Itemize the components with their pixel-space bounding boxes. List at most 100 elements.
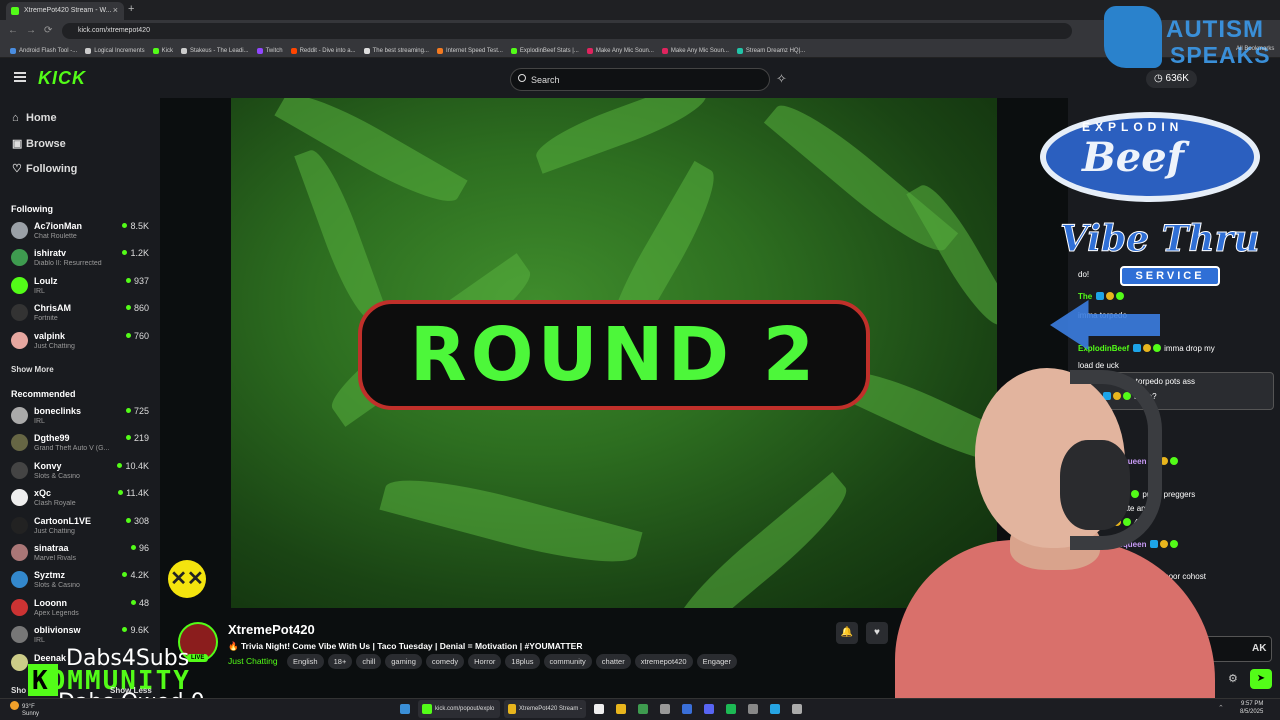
chat-text: load de uck	[1078, 361, 1119, 370]
bookmark-label: Android Flash Tool -...	[19, 48, 78, 54]
browser-tab[interactable]: XtremePot420 Stream - W... ×	[6, 2, 124, 20]
taskbar-app[interactable]	[744, 700, 762, 718]
bookmark-item[interactable]: ExplodinBeef Stats |...	[510, 45, 579, 57]
taskbar-app[interactable]	[766, 700, 784, 718]
close-tab-icon[interactable]: ×	[113, 5, 118, 15]
taskbar-app[interactable]	[634, 700, 652, 718]
channel-row[interactable]: Ac7ionMan Chat Roulette 8.5K	[11, 219, 151, 245]
new-tab-icon[interactable]: +	[128, 3, 134, 15]
bookmark-item[interactable]: Make Any Mic Soun...	[661, 45, 729, 57]
url-text: kick.com/xtremepot420	[78, 27, 150, 34]
chat-ak-icon[interactable]: AK	[1252, 643, 1266, 654]
kick-favicon-icon	[11, 7, 19, 15]
stream-tag[interactable]: community	[543, 654, 592, 669]
bookmark-item[interactable]: Stakeus - The Leadi...	[180, 45, 249, 57]
taskbar-app[interactable]	[722, 700, 740, 718]
sidebar-item-browse[interactable]: ▣ Browse	[12, 137, 66, 150]
channel-row[interactable]: CartoonL1VE Just Chatting 308	[11, 514, 151, 540]
stream-tag[interactable]: chatter	[595, 654, 631, 669]
taskbar-app[interactable]	[656, 700, 674, 718]
app-icon	[422, 704, 432, 714]
weather-desc: Sunny	[22, 711, 40, 717]
stream-tag[interactable]: comedy	[425, 654, 465, 669]
stream-tag[interactable]: chill	[356, 654, 382, 669]
channel-row[interactable]: boneclinks IRL 725	[11, 404, 151, 430]
taskbar-app[interactable]	[612, 700, 630, 718]
channel-row[interactable]: xQc Clash Royale 11.4K	[11, 486, 151, 512]
bookmark-favicon-icon	[661, 48, 668, 54]
verified-icon	[1153, 344, 1162, 352]
stream-tag[interactable]: xtremepot420	[634, 654, 693, 669]
channel-row[interactable]: valpink Just Chatting 760	[11, 329, 151, 355]
stream-tag[interactable]: Horror	[468, 654, 502, 669]
channel-row[interactable]: Syztmz Slots & Casino 4.2K	[11, 568, 151, 594]
badge-icon	[1096, 292, 1105, 300]
search-input[interactable]: Search	[510, 68, 770, 91]
following-title: Following	[11, 204, 53, 214]
sidebar-item-following[interactable]: ♡ Following	[12, 162, 77, 175]
browser-nav-icons[interactable]: ←→⟳	[8, 25, 60, 36]
stream-tag[interactable]: 18+	[327, 654, 353, 669]
bookmark-item[interactable]: Internet Speed Test...	[436, 45, 503, 57]
taskbar-clock[interactable]: 9:57 PM 8/5/2025	[1240, 700, 1263, 716]
taskbar-app[interactable]: XtremePot420 Stream -	[504, 700, 586, 718]
bookmark-item[interactable]: Android Flash Tool -...	[10, 45, 77, 57]
bookmark-item[interactable]: Kick	[152, 45, 173, 57]
notification-bell-icon[interactable]: 🔔	[836, 622, 858, 644]
bookmark-item[interactable]: The best streaming...	[363, 45, 429, 57]
channel-row[interactable]: Loulz IRL 937	[11, 274, 151, 300]
channel-row[interactable]: ishiratv Diablo II: Resurrected 1.2K	[11, 246, 151, 272]
channel-avatar	[11, 434, 28, 452]
channel-category: Fortnite	[34, 315, 58, 323]
live-badge: LIVE	[187, 654, 209, 662]
system-tray-icon[interactable]: ⌃	[1218, 704, 1224, 712]
follow-heart-icon[interactable]: ♥	[866, 622, 888, 644]
channel-row[interactable]: Konvy Slots & Casino 10.4K	[11, 459, 151, 485]
all-bookmarks[interactable]: All Bookmarks	[1236, 46, 1274, 52]
taskbar-app[interactable]	[788, 700, 806, 718]
browse-icon: ▣	[12, 138, 23, 150]
url-field[interactable]: kick.com/xtremepot420	[62, 23, 1072, 39]
show-more-button[interactable]: Show More	[11, 365, 54, 374]
bookmark-item[interactable]: Twitch	[256, 45, 283, 57]
bookmark-item[interactable]: Make Any Mic Soun...	[586, 45, 654, 57]
stream-tag[interactable]: 18plus	[505, 654, 540, 669]
show-less-partial[interactable]: Sho	[11, 686, 26, 695]
beef-logo-top: EXPLODIN	[1082, 120, 1184, 134]
bookmark-label: Logical Increments	[94, 48, 145, 54]
channel-points[interactable]: ◷ 636K	[1146, 70, 1197, 88]
stream-tag[interactable]: English	[287, 654, 324, 669]
send-icon[interactable]: ➤	[1250, 669, 1272, 689]
stream-tags: English 18+ chill gaming comedy Horror 18plus c…	[287, 654, 737, 669]
kick-logo[interactable]: KICK	[38, 68, 86, 89]
heart-icon: ♡	[12, 163, 22, 175]
gear-icon[interactable]: ⚙	[1228, 672, 1238, 685]
menu-icon[interactable]	[14, 72, 26, 82]
channel-row[interactable]: sinatraa Marvel Rivals 96	[11, 541, 151, 567]
channel-row[interactable]: Dgthe99 Grand Theft Auto V (G... 219	[11, 431, 151, 457]
channel-row[interactable]: Looonn Apex Legends 48	[11, 596, 151, 622]
taskbar-app[interactable]: kick.com/popout/explo	[418, 700, 500, 718]
taskbar-app[interactable]	[700, 700, 718, 718]
streamer-name[interactable]: XtremePot420	[228, 622, 315, 637]
sparkle-icon[interactable]: ✧	[776, 71, 787, 87]
bookmark-item[interactable]: Logical Increments	[85, 45, 145, 57]
bookmark-label: Stream Dreamz HQ|...	[745, 48, 806, 54]
bookmark-item[interactable]: Reddit - Dive into a...	[290, 45, 356, 57]
stream-tag[interactable]: gaming	[385, 654, 422, 669]
stream-category[interactable]: Just Chatting	[228, 656, 278, 666]
bookmark-item[interactable]: Stream Dreamz HQ|...	[736, 45, 806, 57]
taskbar-app[interactable]	[678, 700, 696, 718]
sidebar-item-home[interactable]: ⌂ Home	[12, 112, 57, 124]
round-banner: ROUND 2	[358, 300, 870, 410]
stream-tag[interactable]: Engager	[696, 654, 737, 669]
channel-name: ChrisAM	[34, 303, 72, 314]
taskbar-app[interactable]	[396, 700, 414, 718]
taskbar-app[interactable]	[590, 700, 608, 718]
weather-widget[interactable]: 93°F Sunny	[10, 701, 39, 718]
channel-category: Apex Legends	[34, 609, 79, 617]
chat-username[interactable]: The	[1078, 292, 1092, 301]
chat-message: The	[1078, 292, 1127, 301]
show-less-button[interactable]: Show Less	[110, 686, 152, 695]
channel-row[interactable]: ChrisAM Fortnite 860	[11, 301, 151, 327]
